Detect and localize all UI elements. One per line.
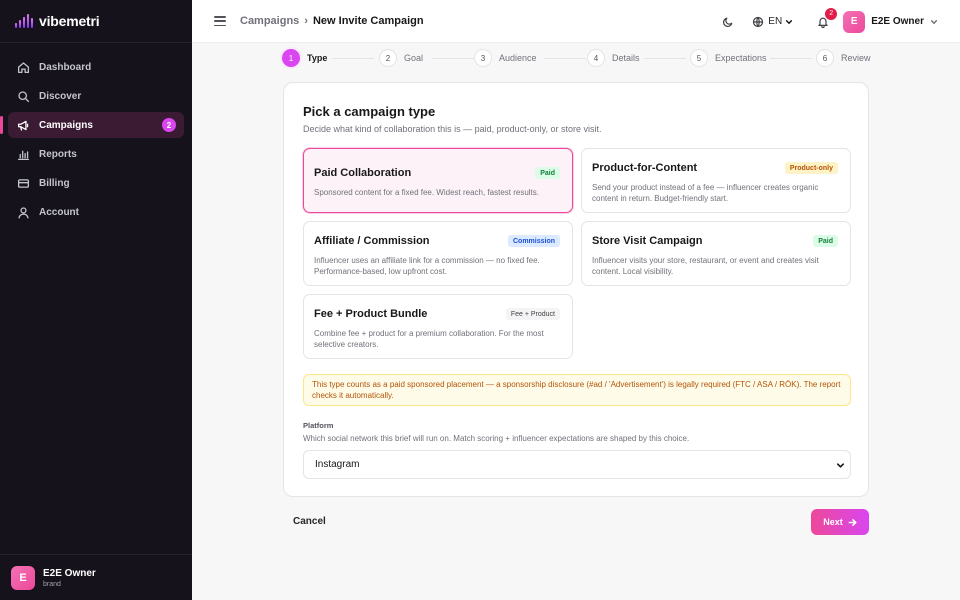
sidebar-item-billing[interactable]: Billing: [8, 170, 184, 196]
option-tag: Product-only: [784, 162, 838, 174]
avatar: E: [843, 10, 866, 33]
sidebar-item-label: Campaigns: [39, 119, 93, 131]
megaphone-icon: [17, 120, 29, 131]
option-tag: Paid: [813, 235, 838, 247]
user-menu[interactable]: E E2E Owner: [843, 10, 938, 33]
option-description: Influencer uses an affiliate link for a …: [314, 256, 540, 276]
card-title: Pick a campaign type: [303, 104, 436, 119]
step-label: Expectations: [715, 53, 767, 63]
logo-bars-icon: [15, 14, 33, 28]
step-number: 6: [816, 49, 834, 67]
sidebar-user-role: brand: [43, 580, 61, 588]
avatar: E: [11, 565, 35, 590]
sidebar-item-label: Reports: [39, 148, 77, 160]
search-icon: [18, 90, 30, 102]
menu-icon[interactable]: [214, 16, 226, 26]
breadcrumb: Campaigns › New Invite Campaign: [240, 15, 424, 27]
platform-label: Platform: [303, 421, 334, 430]
step-label: Audience: [499, 53, 537, 63]
app-logo[interactable]: vibemetri: [0, 0, 192, 43]
step-expectations[interactable]: 5 Expectations: [690, 49, 767, 67]
sidebar-user-name: E2E Owner: [43, 567, 96, 579]
sidebar-item-account[interactable]: Account: [8, 199, 184, 225]
user-name: E2E Owner: [871, 16, 924, 27]
sidebar-item-label: Account: [39, 206, 79, 218]
step-review[interactable]: 6 Review: [816, 49, 871, 67]
sidebar-item-label: Dashboard: [39, 61, 92, 73]
step-type[interactable]: 1 Type: [282, 49, 327, 67]
next-button[interactable]: Next: [811, 509, 869, 535]
option-title: Store Visit Campaign: [592, 235, 703, 247]
step-label: Review: [841, 53, 871, 63]
option-tag: Fee + Product: [505, 308, 560, 320]
platform-select[interactable]: Instagram: [303, 450, 851, 479]
step-label: Goal: [404, 53, 424, 63]
step-details[interactable]: 4 Details: [587, 49, 640, 67]
chevron-down-icon: [786, 19, 793, 24]
sidebar-user[interactable]: E E2E Owner brand: [0, 554, 192, 600]
top-header: Campaigns › New Invite Campaign EN 2 E E…: [192, 0, 960, 43]
notifications-button[interactable]: 2: [817, 7, 838, 28]
campaign-type-card: Pick a campaign type Decide what kind of…: [283, 82, 869, 497]
globe-icon: [753, 16, 764, 27]
arrow-right-icon: [848, 518, 857, 526]
sidebar: vibemetri Dashboard Discover Campaigns 2…: [0, 0, 192, 600]
chevron-down-icon: [836, 463, 845, 468]
campaigns-count-badge: 2: [162, 118, 176, 132]
wizard-stepper: 1 Type 2 Goal 3 Audience 4 Details 5 Exp…: [282, 49, 871, 67]
option-paid-collaboration[interactable]: Paid Collaboration Paid Sponsored conten…: [303, 148, 573, 213]
step-number: 3: [474, 49, 492, 67]
home-icon: [17, 61, 30, 73]
option-affiliate-commission[interactable]: Affiliate / Commission Commission Influe…: [303, 221, 573, 286]
sidebar-item-reports[interactable]: Reports: [8, 141, 184, 167]
step-goal[interactable]: 2 Goal: [379, 49, 423, 67]
language-label: EN: [768, 16, 783, 27]
sidebar-nav: Dashboard Discover Campaigns 2 Reports B…: [0, 43, 192, 225]
sidebar-item-label: Discover: [39, 90, 82, 102]
language-selector[interactable]: EN: [752, 16, 797, 28]
option-description: Influencer visits your store, restaurant…: [592, 256, 819, 276]
chevron-down-icon: [930, 19, 938, 24]
disclosure-notice: This type counts as a paid sponsored pla…: [303, 374, 851, 406]
option-product-for-content[interactable]: Product-for-Content Product-only Send yo…: [581, 148, 851, 213]
cancel-button[interactable]: Cancel: [293, 516, 326, 527]
platform-selected-value: Instagram: [315, 459, 360, 470]
platform-help-text: Which social network this brief will run…: [303, 434, 690, 443]
app-name: vibemetri: [39, 13, 100, 29]
option-description: Combine fee + product for a premium coll…: [314, 329, 544, 349]
option-title: Product-for-Content: [592, 162, 698, 174]
sidebar-item-dashboard[interactable]: Dashboard: [8, 54, 184, 80]
step-number: 5: [690, 49, 708, 67]
sidebar-item-campaigns[interactable]: Campaigns 2: [0, 112, 184, 138]
step-number: 2: [379, 49, 397, 67]
option-title: Paid Collaboration: [314, 167, 412, 179]
step-audience[interactable]: 3 Audience: [474, 49, 537, 67]
option-description: Sponsored content for a fixed fee. Wides…: [314, 188, 540, 197]
user-icon: [18, 206, 29, 218]
next-button-label: Next: [823, 517, 843, 527]
moon-icon: [723, 17, 733, 27]
option-tag: Paid: [535, 167, 560, 179]
credit-card-icon: [17, 178, 30, 188]
bar-chart-icon: [17, 150, 30, 160]
sidebar-item-label: Billing: [39, 177, 70, 189]
option-description: Send your product instead of a fee — inf…: [592, 183, 819, 203]
option-tag: Commission: [507, 235, 560, 247]
option-title: Fee + Product Bundle: [314, 308, 428, 320]
step-label: Details: [612, 53, 640, 63]
breadcrumb-separator: ›: [304, 15, 308, 27]
breadcrumb-parent[interactable]: Campaigns: [240, 15, 299, 27]
option-title: Affiliate / Commission: [314, 235, 430, 247]
theme-toggle-button[interactable]: [722, 16, 734, 28]
option-fee-product-bundle[interactable]: Fee + Product Bundle Fee + Product Combi…: [303, 294, 573, 359]
step-number: 4: [587, 49, 605, 67]
page-title: New Invite Campaign: [312, 15, 424, 27]
step-label: Type: [307, 53, 328, 63]
step-number: 1: [282, 49, 300, 67]
sidebar-item-discover[interactable]: Discover: [8, 83, 184, 109]
card-subtitle: Decide what kind of collaboration this i…: [303, 124, 602, 134]
option-store-visit[interactable]: Store Visit Campaign Paid Influencer vis…: [581, 221, 851, 286]
notification-count-badge: 2: [825, 7, 838, 20]
